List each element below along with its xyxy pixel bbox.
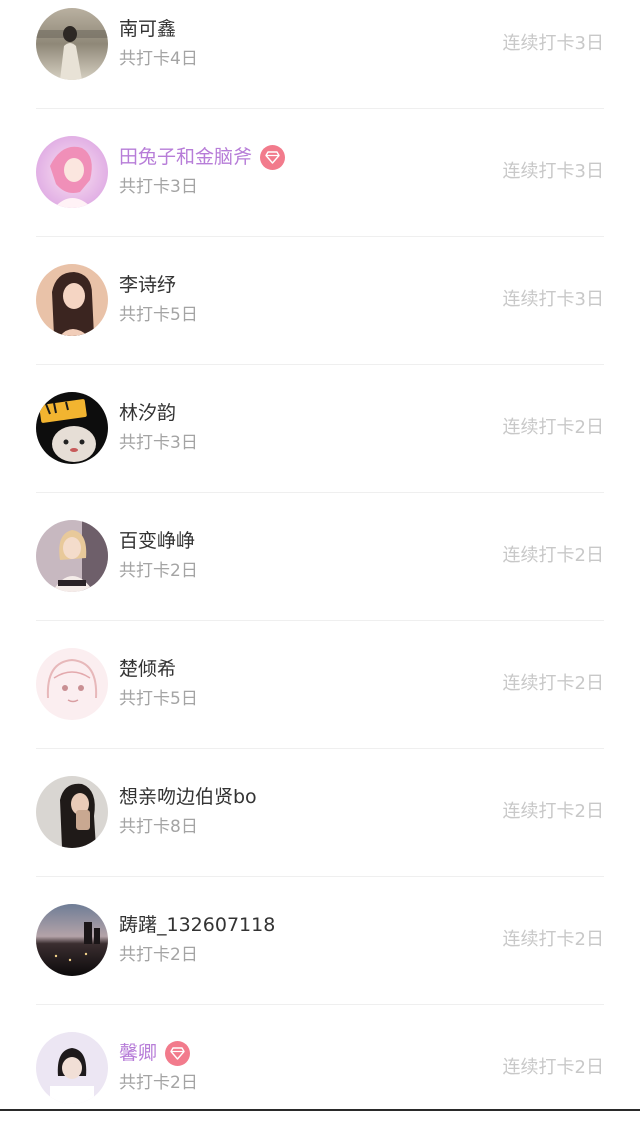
total-checkins: 共打卡5日 <box>119 689 198 709</box>
avatar[interactable] <box>36 520 108 592</box>
streak-count: 连续打卡2日 <box>502 545 604 566</box>
diamond-icon <box>165 1040 191 1066</box>
avatar[interactable] <box>36 136 108 208</box>
user-name[interactable]: 想亲吻边伯贤bo <box>119 783 257 811</box>
user-name[interactable]: 田兔子和金脑斧 <box>119 143 252 171</box>
user-name[interactable]: 楚倾希 <box>119 655 176 683</box>
list-item[interactable]: 田兔子和金脑斧 共打卡3日 连续打卡3日 <box>0 108 640 236</box>
streak-count: 连续打卡3日 <box>502 289 604 310</box>
streak-count: 连续打卡3日 <box>502 161 604 182</box>
streak-count: 连续打卡2日 <box>502 417 604 438</box>
streak-count: 连续打卡2日 <box>502 929 604 950</box>
avatar[interactable] <box>36 648 108 720</box>
checkin-list: 南可鑫 共打卡4日 连续打卡3日 田兔子和金脑斧 共打卡3日 连续打卡3日 李诗… <box>0 0 640 1111</box>
avatar[interactable] <box>36 392 108 464</box>
divider <box>36 748 604 749</box>
avatar[interactable] <box>36 776 108 848</box>
list-item[interactable]: 踌躇_132607118 共打卡2日 连续打卡2日 <box>0 876 640 1004</box>
total-checkins: 共打卡8日 <box>119 817 198 837</box>
total-checkins: 共打卡3日 <box>119 177 198 197</box>
total-checkins: 共打卡2日 <box>119 1073 198 1093</box>
user-name[interactable]: 百变峥峥 <box>119 527 195 555</box>
user-name[interactable]: 踌躇_132607118 <box>119 911 275 939</box>
streak-count: 连续打卡2日 <box>502 1057 604 1078</box>
total-checkins: 共打卡4日 <box>119 49 198 69</box>
list-item[interactable]: 李诗纾 共打卡5日 连续打卡3日 <box>0 236 640 364</box>
divider <box>36 236 604 237</box>
list-item[interactable]: 楚倾希 共打卡5日 连续打卡2日 <box>0 620 640 748</box>
total-checkins: 共打卡2日 <box>119 561 198 581</box>
total-checkins: 共打卡3日 <box>119 433 198 453</box>
streak-count: 连续打卡2日 <box>502 801 604 822</box>
diamond-icon <box>260 144 286 170</box>
list-item[interactable]: 林汐韵 共打卡3日 连续打卡2日 <box>0 364 640 492</box>
list-item[interactable]: 南可鑫 共打卡4日 连续打卡3日 <box>0 0 640 108</box>
avatar[interactable] <box>36 8 108 80</box>
user-name[interactable]: 李诗纾 <box>119 271 176 299</box>
list-item[interactable]: 馨卿 共打卡2日 连续打卡2日 <box>0 1004 640 1132</box>
divider <box>36 492 604 493</box>
user-name[interactable]: 林汐韵 <box>119 399 176 427</box>
user-name[interactable]: 馨卿 <box>119 1039 157 1067</box>
divider <box>36 876 604 877</box>
list-item[interactable]: 想亲吻边伯贤bo 共打卡8日 连续打卡2日 <box>0 748 640 876</box>
divider <box>36 620 604 621</box>
total-checkins: 共打卡5日 <box>119 305 198 325</box>
streak-count: 连续打卡2日 <box>502 673 604 694</box>
divider <box>36 108 604 109</box>
avatar[interactable] <box>36 1032 108 1104</box>
divider <box>36 1004 604 1005</box>
avatar[interactable] <box>36 264 108 336</box>
divider <box>36 364 604 365</box>
user-name[interactable]: 南可鑫 <box>119 15 176 43</box>
streak-count: 连续打卡3日 <box>502 33 604 54</box>
avatar[interactable] <box>36 904 108 976</box>
list-item[interactable]: 百变峥峥 共打卡2日 连续打卡2日 <box>0 492 640 620</box>
total-checkins: 共打卡2日 <box>119 945 198 965</box>
